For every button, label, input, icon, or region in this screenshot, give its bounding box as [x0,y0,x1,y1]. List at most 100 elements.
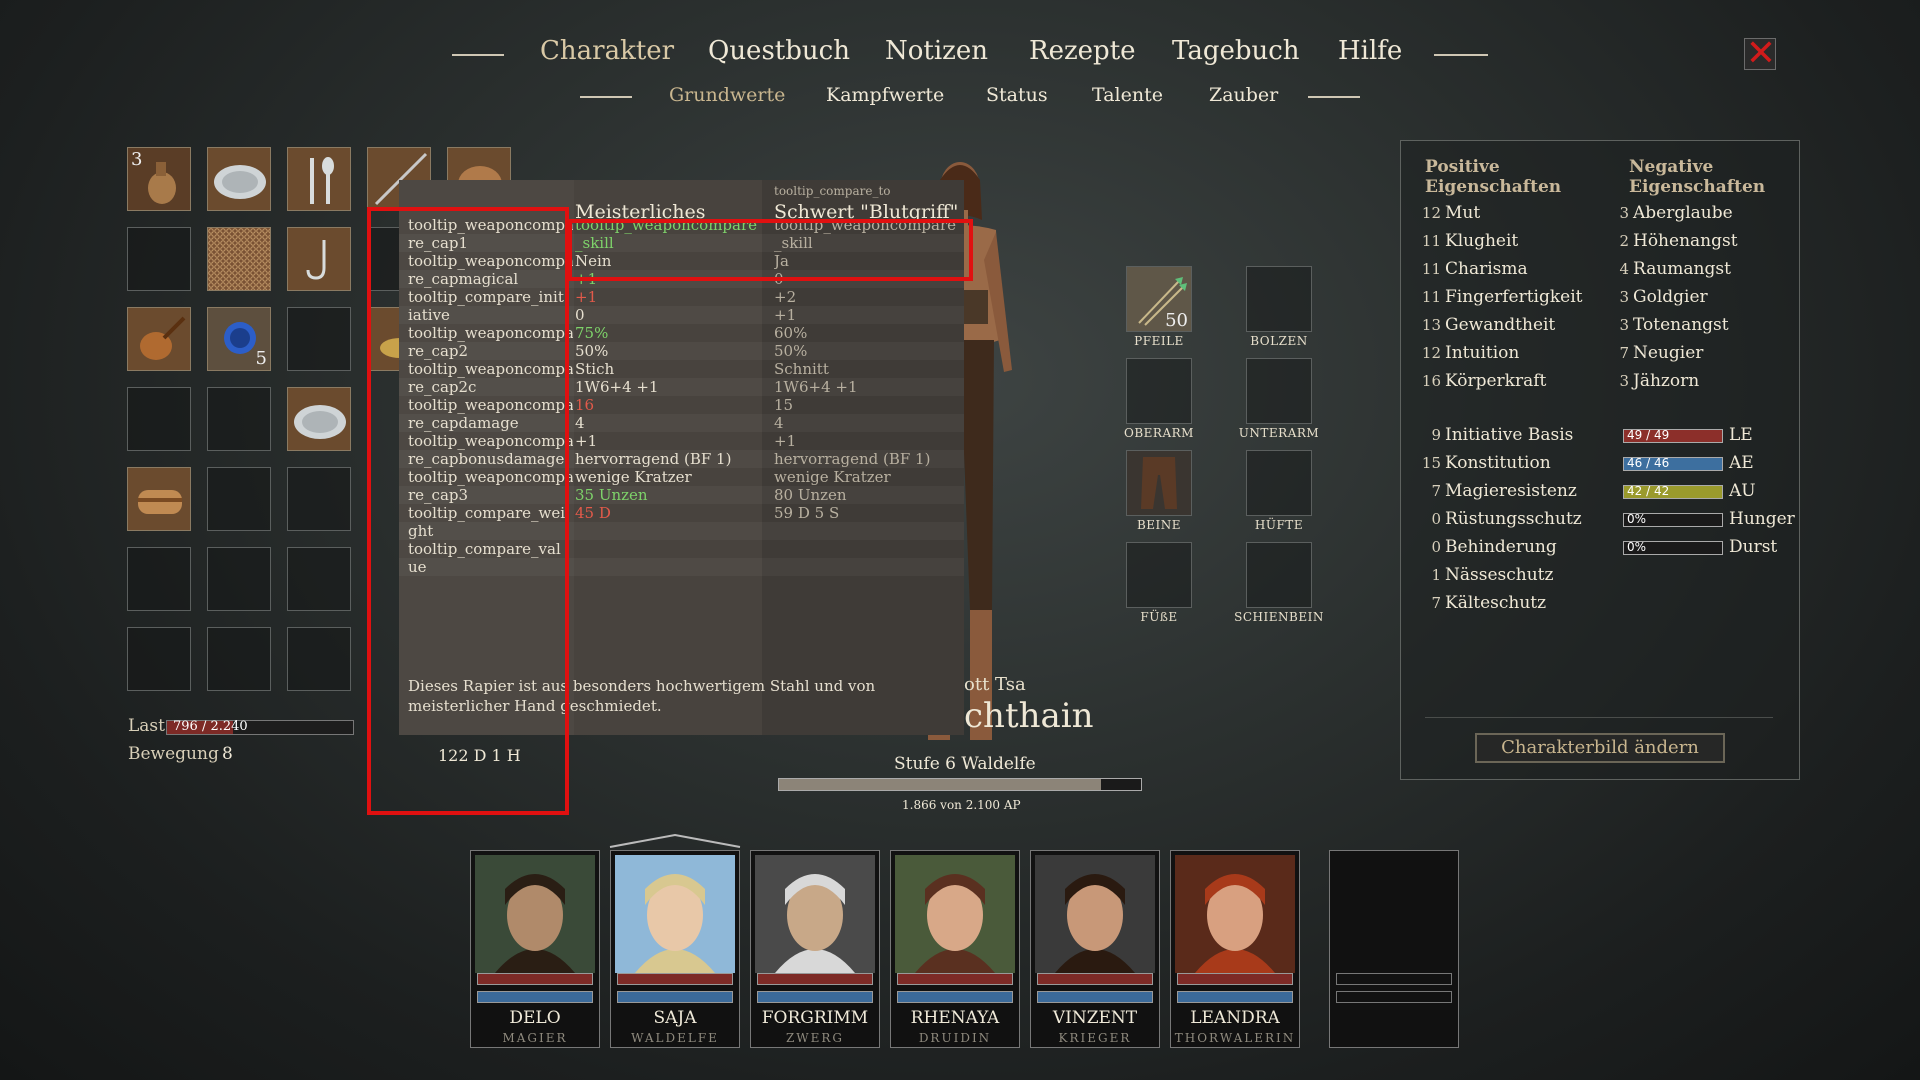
inventory-slot[interactable] [207,227,271,291]
attribute-value: 7 [1431,594,1441,612]
positive-attribute-row: 11 Klugheit [1421,231,1518,251]
party-member-name: FORGRIMM [761,1008,869,1028]
tab-zauber[interactable]: Zauber [1209,84,1278,106]
portrait-image [755,855,875,973]
inventory-slot[interactable] [207,547,271,611]
inventory-slot[interactable] [127,307,191,371]
tab-tagebuch[interactable]: Tagebuch [1172,36,1300,66]
negative-attribute-row: 2 Höhenangst [1619,231,1738,251]
tooltip-row-current: 16 [575,396,595,414]
inventory-slot[interactable] [127,387,191,451]
panel-divider [1425,717,1773,718]
tab-status[interactable]: Status [986,84,1048,106]
equip-slot-hip[interactable] [1246,450,1312,516]
tab-charakter[interactable]: Charakter [540,36,674,66]
tab-kampfwerte[interactable]: Kampfwerte [826,84,944,106]
attribute-value: 15 [1421,454,1441,472]
equip-slot-shin[interactable] [1246,542,1312,608]
inventory-slot[interactable] [287,227,351,291]
inventory-slot[interactable] [127,627,191,691]
party-member-rhenaya[interactable]: RHENAYA DRUIDIN [890,850,1020,1048]
negative-attribute-row: 3 Jähzorn [1619,371,1699,391]
party-member-saja[interactable]: SAJA WALDELFE [610,850,740,1048]
inventory-slot[interactable] [287,627,351,691]
negative-attributes-title: Negative Eigenschaften [1629,157,1765,197]
attribute-name: Höhenangst [1633,231,1738,251]
attribute-name: Initiative Basis [1445,425,1574,445]
inventory-slot[interactable] [287,147,351,211]
tooltip-row-compare: 60% [774,324,808,342]
portrait-mp-bar [617,991,733,1003]
attribute-name: Gewandtheit [1445,315,1556,335]
party-slot-empty[interactable] [1329,850,1459,1048]
inventory-slot[interactable] [207,627,271,691]
equip-slot-forearm[interactable] [1246,358,1312,424]
tab-talente[interactable]: Talente [1092,84,1163,106]
change-portrait-button[interactable]: Charakterbild ändern [1475,733,1725,763]
inventory-slot[interactable]: 3 [127,147,191,211]
lute-icon [128,308,190,370]
attribute-name: Jähzorn [1633,371,1700,391]
tooltip-row-current: 50% [575,342,609,360]
inventory-slot[interactable] [287,307,351,371]
portrait-mp-bar [897,991,1013,1003]
inventory-slot[interactable] [207,147,271,211]
load-bar: 796 / 2.240 [166,719,354,735]
equip-label-hip: HÜFTE [1254,518,1304,532]
party-member-leandra[interactable]: LEANDRA THORWALERIN [1170,850,1300,1048]
inventory-slot[interactable] [127,227,191,291]
equip-slot-arrows[interactable]: 50 [1126,266,1192,332]
tab-rezepte[interactable]: Rezepte [1029,36,1136,66]
portrait-hp-bar [897,973,1013,985]
portrait-image [1175,855,1295,973]
attribute-name: Magieresistenz [1445,481,1577,501]
attribute-name: Raumangst [1633,259,1731,279]
ap-text: 1.866 von 2.100 AP [902,798,1021,812]
tab-questbuch[interactable]: Questbuch [708,36,850,66]
attribute-name: Behinderung [1445,537,1557,557]
trousers-icon [1127,451,1191,515]
inventory-slot[interactable] [127,467,191,531]
resource-bar: 0% [1623,540,1723,555]
resource-bar-value: 46 / 46 [1627,456,1670,470]
attribute-name: Körperkraft [1445,371,1547,391]
inventory-slot[interactable] [287,387,351,451]
attribute-name: Fingerfertigkeit [1445,287,1583,307]
equip-label-arrows: PFEILE [1134,334,1184,348]
subnav-divider [1308,96,1360,98]
equip-label-upper-arm: OBERARM [1124,426,1194,440]
inventory-slot[interactable] [207,387,271,451]
tooltip-row-compare: 15 [774,396,794,414]
party-member-vinzent[interactable]: VINZENT KRIEGER [1030,850,1160,1048]
ap-bar-fill [779,779,1101,790]
attribute-value: 3 [1619,372,1629,390]
close-button[interactable]: ✕ [1744,33,1776,74]
close-icon: ✕ [1745,33,1777,74]
inventory-slot[interactable]: 5 [207,307,271,371]
tooltip-row-compare [774,522,962,540]
inventory-slot[interactable] [287,547,351,611]
tooltip-row-current: 4 [575,414,585,432]
equip-slot-legs[interactable] [1126,450,1192,516]
tab-hilfe[interactable]: Hilfe [1338,36,1402,66]
movement-label: Bewegung [128,744,219,764]
party-member-delo[interactable]: DELO MAGIER [470,850,600,1048]
tooltip-row-compare: 80 Unzen [774,486,847,504]
inventory-slot[interactable] [287,467,351,531]
tooltip-compare-to-label: tooltip_compare_to [774,184,891,198]
tab-notizen[interactable]: Notizen [885,36,988,66]
equip-slot-upper-arm[interactable] [1126,358,1192,424]
attribute-name: Mut [1445,203,1481,223]
tab-grundwerte[interactable]: Grundwerte [669,84,785,106]
inventory-slot[interactable] [127,547,191,611]
equip-slot-bolts[interactable] [1246,266,1312,332]
party-member-forgrimm[interactable]: FORGRIMM ZWERG [750,850,880,1048]
equip-slot-feet[interactable] [1126,542,1192,608]
inventory-slot[interactable] [207,467,271,531]
tooltip-row-current: +1 [575,288,598,306]
resource-bar-label: LE [1729,425,1753,445]
attribute-value: 7 [1431,482,1441,500]
load-label: Last [128,716,165,736]
portrait-hp-bar [617,973,733,985]
character-level: Stufe 6 Waldelfe [894,754,1036,774]
